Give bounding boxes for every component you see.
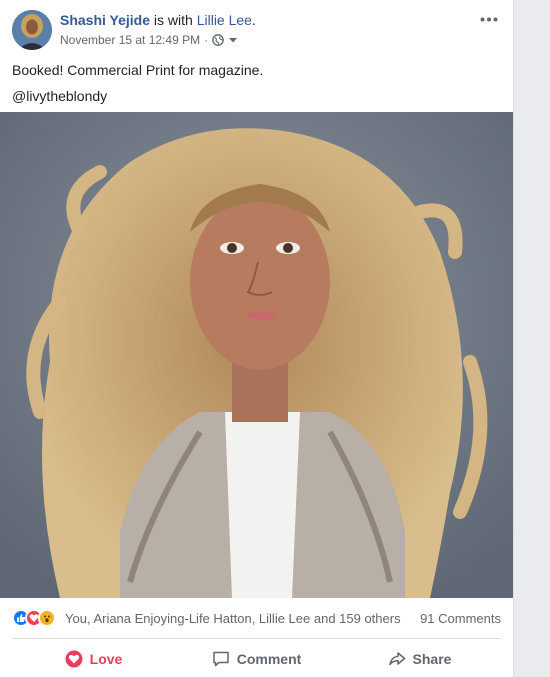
- reactions-people-link[interactable]: You, Ariana Enjoying-Life Hatton, Lillie…: [65, 611, 401, 626]
- globe-icon[interactable]: [212, 34, 224, 46]
- post-meta: November 15 at 12:49 PM ·: [60, 33, 238, 47]
- post-body-text: Booked! Commercial Print for magazine. @…: [12, 60, 263, 112]
- post-mention-link[interactable]: @livytheblondy: [12, 86, 263, 106]
- reactions-summary: You, Ariana Enjoying-Life Hatton, Lillie…: [12, 604, 501, 632]
- post-text-line: Booked! Commercial Print for magazine.: [12, 62, 264, 78]
- post-header: Shashi Yejide is with Lillie Lee. Novemb…: [12, 10, 501, 52]
- tagged-user-link[interactable]: Lillie Lee: [197, 12, 252, 28]
- share-button-label: Share: [412, 651, 452, 667]
- meta-separator: ·: [204, 33, 209, 47]
- author-line: Shashi Yejide is with Lillie Lee.: [60, 12, 256, 28]
- comment-button[interactable]: Comment: [175, 642, 338, 676]
- page-background-strip: [514, 0, 550, 677]
- post-actions: Love Comment Share: [12, 642, 501, 676]
- with-suffix: .: [251, 12, 256, 28]
- more-dots-icon: [480, 17, 498, 21]
- more-options-button[interactable]: [477, 10, 501, 28]
- avatar[interactable]: [12, 10, 52, 50]
- love-button-label: Love: [89, 651, 123, 667]
- audience-dropdown-icon[interactable]: [228, 35, 238, 45]
- reaction-icons[interactable]: [12, 609, 56, 627]
- comment-icon: [212, 651, 229, 667]
- feed-post: Shashi Yejide is with Lillie Lee. Novemb…: [0, 0, 514, 677]
- post-timestamp[interactable]: November 15 at 12:49 PM: [60, 33, 200, 47]
- love-button[interactable]: Love: [12, 642, 175, 676]
- actions-divider: [12, 638, 501, 639]
- wow-icon: [38, 609, 56, 627]
- with-prefix: is with: [153, 12, 193, 28]
- love-reaction-icon: [65, 650, 83, 668]
- comment-button-label: Comment: [236, 651, 302, 667]
- share-button[interactable]: Share: [338, 642, 501, 676]
- share-icon: [388, 652, 405, 666]
- post-photo[interactable]: [0, 112, 513, 598]
- author-name-link[interactable]: Shashi Yejide: [60, 12, 150, 28]
- comments-count-link[interactable]: 91 Comments: [420, 611, 501, 626]
